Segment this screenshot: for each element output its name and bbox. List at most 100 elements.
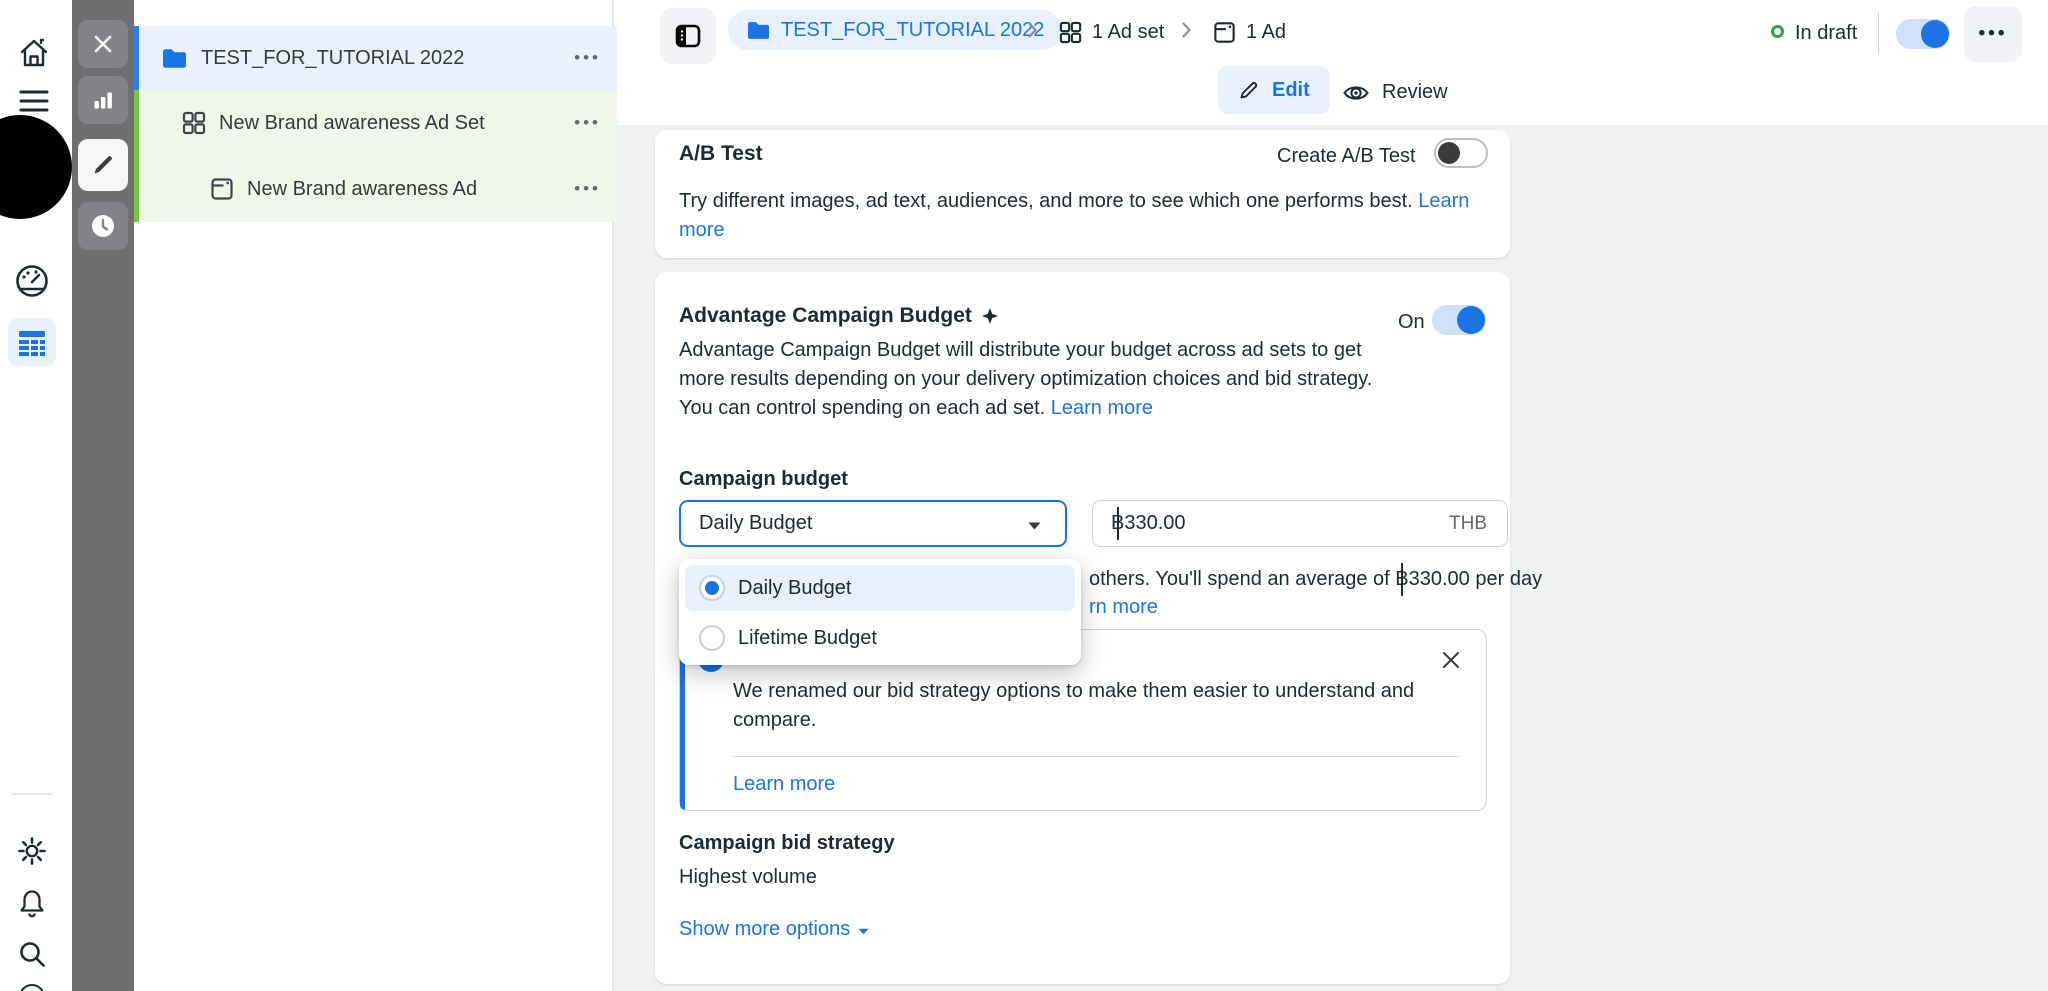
breadcrumb-adset[interactable]: 1 Ad set (1058, 18, 1164, 47)
notifications-bell-icon[interactable] (17, 888, 47, 923)
chevron-down-icon (858, 928, 869, 935)
tree-row-adset[interactable]: New Brand awareness Ad Set ••• (134, 90, 617, 156)
more-dots-icon: ••• (1979, 23, 2008, 45)
adset-grid-icon (181, 110, 207, 136)
editor-toolbar (72, 0, 134, 991)
ab-learn-more-link-wrap[interactable]: more (679, 216, 725, 245)
budget-amount-value: B330.00 (1111, 509, 1186, 538)
breadcrumb-campaign[interactable]: TEST_FOR_TUTORIAL 2022 (728, 10, 1062, 50)
dropdown-option-label: Daily Budget (738, 574, 851, 603)
tree-campaign-label: TEST_FOR_TUTORIAL 2022 (201, 47, 464, 70)
dropdown-option-lifetime-budget[interactable]: Lifetime Budget (685, 615, 1075, 661)
create-ab-test-label: Create A/B Test (1277, 142, 1416, 171)
notification-close-button[interactable] (1440, 649, 1462, 671)
toggle-knob (1921, 20, 1949, 48)
acb-description-line3: You can control spending on each ad set.… (679, 394, 1153, 423)
search-icon[interactable] (17, 939, 47, 974)
ads-manager-window: TEST_FOR_TUTORIAL 2022 ••• New Brand awa… (0, 0, 2048, 991)
tree-row-ad[interactable]: New Brand awareness Ad ••• (134, 156, 617, 222)
adset-more-button[interactable]: ••• (574, 113, 601, 133)
folder-icon (161, 47, 188, 70)
notification-divider (733, 756, 1459, 757)
ab-test-description-line1: Try different images, ad text, audiences… (679, 187, 1469, 216)
performance-charts-button[interactable] (78, 76, 128, 124)
collapse-panel-button[interactable] (660, 8, 716, 64)
currency-code: THB (1449, 509, 1487, 538)
settings-gear-icon[interactable] (17, 836, 47, 871)
notification-body-line2: compare. (733, 706, 816, 735)
ad-more-button[interactable]: ••• (574, 179, 601, 199)
notification-learn-more-link[interactable]: Learn more (733, 770, 835, 799)
help-icon-partial[interactable] (19, 984, 45, 991)
campaign-more-button[interactable]: ••• (574, 48, 601, 68)
campaign-budget-label: Campaign budget (679, 465, 848, 494)
clock-icon (89, 212, 117, 240)
pencil-icon (1238, 79, 1260, 101)
rail-divider (12, 793, 52, 795)
breadcrumb-ad-label: 1 Ad (1246, 18, 1286, 47)
dropdown-option-daily-budget[interactable]: Daily Budget (685, 565, 1075, 611)
home-icon[interactable] (17, 36, 51, 75)
eye-icon (1342, 82, 1370, 104)
chevron-right-icon (1181, 21, 1192, 39)
tree-adset-label: New Brand awareness Ad Set (219, 112, 485, 135)
ab-test-title: A/B Test (679, 142, 763, 166)
toggle-knob (1457, 306, 1485, 334)
radio-selected-icon (699, 575, 725, 601)
breadcrumb-adset-label: 1 Ad set (1092, 18, 1164, 47)
ads-manager-gauge-icon[interactable] (13, 263, 51, 306)
acb-learn-more-link[interactable]: Learn more (1051, 397, 1153, 419)
baht-symbol: B (1395, 565, 1408, 594)
close-icon (1440, 649, 1462, 671)
show-more-options-link[interactable]: Show more options (679, 915, 869, 944)
acb-description-line2: more results depending on your delivery … (679, 365, 1372, 394)
tab-edit-label: Edit (1272, 76, 1310, 105)
acb-toggle[interactable] (1432, 305, 1486, 335)
chevron-down-icon (1028, 522, 1041, 530)
history-button[interactable] (78, 202, 128, 250)
sparkle-icon (981, 307, 999, 325)
campaign-budget-card: Advantage Campaign Budget On Advantage C… (655, 272, 1510, 984)
header-more-button[interactable]: ••• (1964, 6, 2022, 62)
draft-status-label: In draft (1795, 19, 1857, 48)
close-editor-button[interactable] (78, 20, 128, 68)
acb-toggle-label: On (1398, 308, 1425, 337)
tree-row-campaign[interactable]: TEST_FOR_TUTORIAL 2022 ••• (134, 26, 617, 90)
header-divider (1878, 13, 1879, 55)
tab-review[interactable]: Review (1342, 78, 1448, 107)
adset-grid-icon (1058, 20, 1083, 45)
reporting-table-icon-active[interactable] (8, 318, 56, 366)
spend-note-learn-more-partial[interactable]: rn more (1089, 593, 1158, 622)
budget-type-dropdown-menu: Daily Budget Lifetime Budget (679, 559, 1081, 665)
draft-status-icon (1771, 25, 1784, 38)
acb-title-row: Advantage Campaign Budget (679, 304, 999, 328)
ad-frame-icon (209, 176, 235, 202)
campaign-active-toggle[interactable] (1896, 19, 1950, 49)
spend-note-visible-fragment: others. You'll spend an average of B330.… (1089, 565, 1542, 594)
ad-frame-icon (1212, 20, 1237, 45)
ab-test-card: A/B Test Create A/B Test Try different i… (655, 130, 1510, 258)
campaign-tree-panel: TEST_FOR_TUTORIAL 2022 ••• New Brand awa… (134, 0, 614, 991)
edit-mode-button[interactable] (78, 139, 128, 191)
pencil-icon (90, 152, 116, 178)
budget-amount-input[interactable]: B330.00 THB (1092, 500, 1508, 547)
acb-description-line1: Advantage Campaign Budget will distribut… (679, 336, 1362, 365)
notification-body-line1: We renamed our bid strategy options to m… (733, 677, 1414, 706)
acb-title: Advantage Campaign Budget (679, 304, 972, 328)
budget-type-select[interactable]: Daily Budget (679, 500, 1067, 547)
ab-learn-more-link[interactable]: Learn (1418, 190, 1469, 212)
breadcrumb-campaign-label: TEST_FOR_TUTORIAL 2022 (781, 16, 1044, 45)
radio-unselected-icon (699, 625, 725, 651)
chevron-right-icon (1027, 21, 1038, 39)
bid-strategy-label: Campaign bid strategy (679, 829, 895, 858)
tree-ad-label: New Brand awareness Ad (247, 178, 477, 201)
baht-symbol: B (1111, 509, 1124, 538)
breadcrumb-ad[interactable]: 1 Ad (1212, 18, 1286, 47)
bar-chart-icon (90, 87, 116, 113)
close-icon (91, 32, 115, 56)
budget-type-value: Daily Budget (699, 509, 812, 538)
create-ab-test-toggle[interactable] (1434, 138, 1488, 168)
tab-edit[interactable]: Edit (1218, 66, 1330, 114)
bid-strategy-value: Highest volume (679, 863, 817, 892)
tab-review-label: Review (1382, 78, 1448, 107)
